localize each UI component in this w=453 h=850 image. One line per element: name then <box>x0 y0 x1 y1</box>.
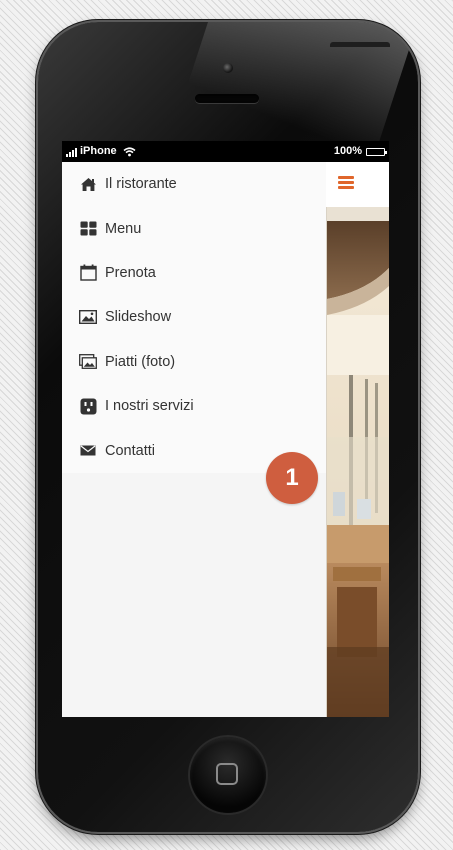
image-icon <box>78 308 98 326</box>
menu-item-label: Il ristorante <box>105 176 177 193</box>
menu-item-piatti-foto[interactable]: Piatti (foto) <box>62 340 326 384</box>
nav-menu-list: Il ristorante Menu Prenota Slideshow Pia… <box>62 162 326 473</box>
home-button[interactable] <box>190 737 266 813</box>
phone-screen: iPhone 100% Il ristorante Menu Prenota S… <box>62 141 389 717</box>
menu-item-label: Prenota <box>105 264 156 281</box>
menu-item-il-ristorante[interactable]: Il ristorante <box>62 162 326 206</box>
step-badge: 1 <box>266 452 318 504</box>
home-icon <box>78 175 98 193</box>
battery-percent: 100% <box>333 145 362 157</box>
menu-item-label: Slideshow <box>105 309 172 326</box>
carrier-label: iPhone <box>80 145 117 157</box>
app-header <box>326 162 389 207</box>
power-button <box>330 42 390 47</box>
home-square-icon <box>216 763 238 785</box>
battery-icon <box>366 147 387 156</box>
restaurant-photo <box>326 207 389 717</box>
menu-item-slideshow[interactable]: Slideshow <box>62 295 326 339</box>
iphone-device: iPhone 100% Il ristorante Menu Prenota S… <box>38 22 418 832</box>
signal-icon <box>66 147 77 157</box>
status-right: 100% <box>333 141 387 162</box>
menu-item-label: Piatti (foto) <box>105 353 176 370</box>
hamburger-icon[interactable] <box>338 176 354 189</box>
earpiece-speaker <box>195 94 259 103</box>
menu-item-label: Menu <box>105 220 142 237</box>
photos-icon <box>78 353 98 371</box>
menu-item-label: I nostri servizi <box>105 398 194 415</box>
envelope-icon <box>78 442 98 460</box>
front-camera <box>223 63 233 73</box>
menu-item-menu[interactable]: Menu <box>62 206 326 250</box>
status-left: iPhone <box>66 141 136 162</box>
grid-icon <box>78 220 98 238</box>
wifi-icon <box>123 146 136 157</box>
status-bar: iPhone 100% <box>62 141 389 162</box>
services-icon <box>78 397 98 415</box>
menu-item-servizi[interactable]: I nostri servizi <box>62 384 326 428</box>
menu-item-prenota[interactable]: Prenota <box>62 251 326 295</box>
menu-item-label: Contatti <box>105 442 155 459</box>
phone-gloss <box>169 22 418 142</box>
calendar-icon <box>78 264 98 282</box>
